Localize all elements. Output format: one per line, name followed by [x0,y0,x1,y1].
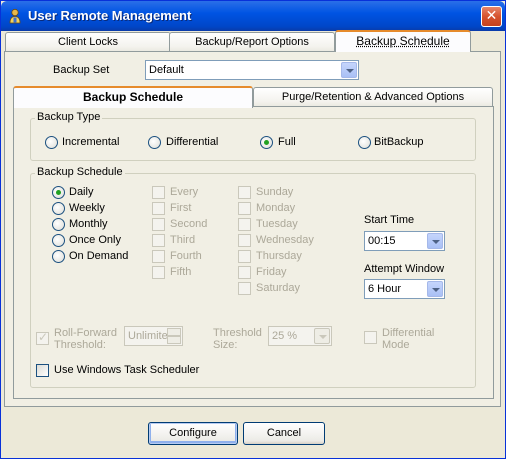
checkbox-tuesday-label: Tuesday [256,218,298,230]
radio-incremental[interactable] [45,136,58,149]
tab-client-locks[interactable]: Client Locks [5,32,171,52]
checkbox-windows-task-scheduler[interactable] [36,364,49,377]
close-button[interactable]: ✕ [481,6,502,27]
radio-bitbackup-label: BitBackup [374,136,424,148]
checkbox-second-label: Second [170,218,208,230]
checkbox-third[interactable] [152,234,165,247]
checkbox-differential-mode[interactable] [364,331,377,344]
tab-purge-retention[interactable]: Purge/Retention & Advanced Options [253,87,493,107]
chevron-down-icon[interactable] [314,328,330,344]
checkbox-sunday-label: Sunday [256,186,294,198]
spin-up-icon[interactable] [167,328,181,336]
windows-task-scheduler-label: Use Windows Task Scheduler [54,364,200,376]
window: User Remote Management ✕ Client Locks Ba… [0,0,506,459]
tab-label: Backup Schedule [82,90,184,104]
threshold-size-label-1: Threshold [213,327,262,339]
tab-label: Backup/Report Options [195,36,309,48]
title-bar[interactable]: User Remote Management ✕ [1,1,505,31]
checkbox-first[interactable] [152,202,165,215]
checkbox-wednesday-label: Wednesday [256,234,314,246]
attempt-window-value: 6 Hour [368,283,402,295]
app-icon [9,8,21,24]
tab-backup-report-options[interactable]: Backup/Report Options [169,32,335,52]
differential-mode-label-2: Mode [382,339,410,351]
checkbox-fifth[interactable] [152,266,165,279]
differential-mode-label-1: Differential [382,327,435,339]
checkbox-monday[interactable] [238,202,251,215]
checkbox-fourth-label: Fourth [170,250,202,262]
chevron-down-icon[interactable] [427,281,443,297]
roll-forward-label-2: Threshold: [54,339,106,351]
threshold-size-label-2: Size: [213,339,238,351]
radio-monthly[interactable] [52,218,65,231]
roll-forward-value: Unlimite [128,330,168,342]
checkbox-sunday[interactable] [238,186,251,199]
window-title: User Remote Management [28,8,192,23]
radio-full-label: Full [278,136,296,148]
checkbox-fifth-label: Fifth [170,266,192,278]
close-icon: ✕ [485,8,498,24]
configure-button[interactable]: Configure [148,422,238,445]
roll-forward-spinner[interactable]: Unlimite [124,326,183,346]
radio-weekly-label: Weekly [69,202,105,214]
radio-monthly-label: Monthly [69,218,108,230]
tab-label: Backup Schedule [356,34,450,48]
checkbox-saturday-label: Saturday [256,282,301,294]
attempt-window-label: Attempt Window [364,263,445,275]
tab-label: Purge/Retention & Advanced Options [281,91,465,103]
tab-backup-schedule[interactable]: Backup Schedule [335,30,471,52]
roll-forward-label-1: Roll-Forward [54,327,117,339]
attempt-window-select[interactable]: 6 Hour [364,279,445,299]
radio-differential[interactable] [148,136,161,149]
checkbox-every[interactable] [152,186,165,199]
checkbox-thursday-label: Thursday [256,250,302,262]
backup-set-select[interactable]: Default [145,60,359,80]
radio-full[interactable] [260,136,273,149]
checkbox-every-label: Every [170,186,199,198]
checkbox-tuesday[interactable] [238,218,251,231]
radio-incremental-label: Incremental [62,136,120,148]
checkbox-thursday[interactable] [238,250,251,263]
checkbox-second[interactable] [152,218,165,231]
radio-bitbackup[interactable] [358,136,371,149]
backup-schedule-label: Backup Schedule [35,166,125,178]
checkbox-friday[interactable] [238,266,251,279]
threshold-size-value: 25 % [272,330,298,342]
radio-differential-label: Differential [166,136,219,148]
chevron-down-icon[interactable] [341,62,357,78]
checkbox-third-label: Third [170,234,196,246]
checkbox-monday-label: Monday [256,202,296,214]
radio-on-demand-label: On Demand [69,250,129,262]
radio-on-demand[interactable] [52,250,65,263]
start-time-select[interactable]: 00:15 [364,231,445,251]
checkbox-roll-forward[interactable] [36,330,49,345]
start-time-value: 00:15 [368,235,396,247]
checkbox-fourth[interactable] [152,250,165,263]
backup-set-value: Default [149,64,184,76]
tab-label: Client Locks [58,36,118,48]
chevron-down-icon[interactable] [427,233,443,249]
radio-once-only[interactable] [52,234,65,247]
cancel-button[interactable]: Cancel [243,422,325,445]
checkbox-first-label: First [170,202,192,214]
radio-daily-label: Daily [69,186,94,198]
radio-daily[interactable] [52,186,65,199]
tab-inner-backup-schedule[interactable]: Backup Schedule [13,86,253,108]
threshold-size-select[interactable]: 25 % [268,326,332,346]
backup-set-label: Backup Set [53,64,110,76]
checkbox-wednesday[interactable] [238,234,251,247]
radio-weekly[interactable] [52,202,65,215]
backup-type-label: Backup Type [35,111,103,123]
radio-once-only-label: Once Only [69,234,121,246]
spin-down-icon[interactable] [167,336,181,344]
checkbox-friday-label: Friday [256,266,287,278]
checkbox-saturday[interactable] [238,282,251,295]
start-time-label: Start Time [364,214,415,226]
